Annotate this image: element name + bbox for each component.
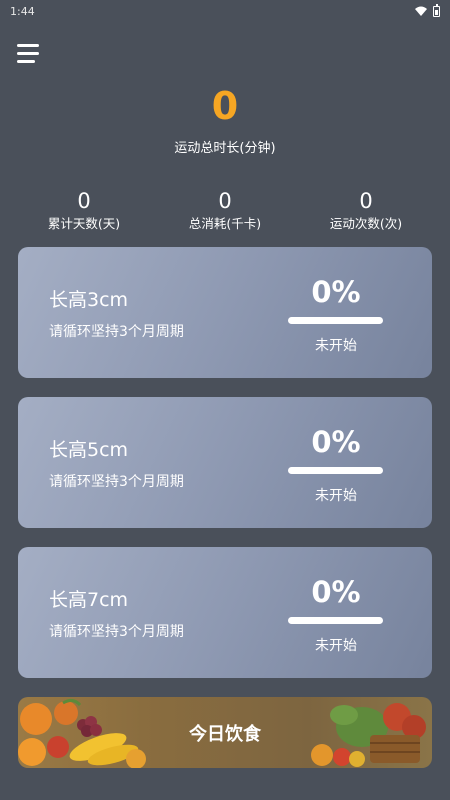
goal-title: 长高5cm: [49, 439, 129, 461]
stat-value: 0: [218, 189, 232, 213]
goal-percent: 0%: [311, 575, 361, 609]
stat-label: 运动次数(次): [329, 216, 403, 231]
goal-progress-bar: [288, 617, 383, 624]
goal-status: 未开始: [315, 338, 357, 354]
goal-progress-bar: [288, 317, 383, 324]
goal-subtitle: 请循环坚持3个月周期: [49, 474, 184, 490]
goal-subtitle: 请循环坚持3个月周期: [49, 324, 184, 340]
goal-card-7cm[interactable]: 长高7cm 请循环坚持3个月周期 0% 未开始: [18, 547, 432, 678]
goal-title: 长高7cm: [49, 589, 129, 611]
stat-value: 0: [77, 189, 91, 213]
stat-label: 累计天数(天): [47, 216, 121, 231]
stats-row: 0 累计天数(天) 0 总消耗(千卡) 0 运动次数(次): [0, 188, 450, 238]
goal-status: 未开始: [315, 488, 357, 504]
status-icons: [415, 3, 440, 17]
goal-percent: 0%: [311, 425, 361, 459]
stat-value: 0: [359, 189, 373, 213]
stat-cumulative-days: 0 累计天数(天): [14, 188, 154, 234]
wifi-icon: [415, 6, 427, 16]
goal-subtitle: 请循环坚持3个月周期: [49, 624, 184, 640]
total-duration-value: 0: [211, 84, 239, 128]
goal-percent: 0%: [311, 275, 361, 309]
menu-icon[interactable]: [17, 44, 39, 64]
goal-card-5cm[interactable]: 长高5cm 请循环坚持3个月周期 0% 未开始: [18, 397, 432, 528]
stat-workout-count: 0 运动次数(次): [296, 188, 436, 234]
stat-total-calories: 0 总消耗(千卡): [155, 188, 295, 234]
goal-status: 未开始: [315, 638, 357, 654]
battery-icon: [433, 3, 440, 17]
todays-diet-label: 今日饮食: [189, 723, 261, 745]
goal-card-3cm[interactable]: 长高3cm 请循环坚持3个月周期 0% 未开始: [18, 247, 432, 378]
todays-diet-button[interactable]: 今日饮食: [18, 697, 432, 768]
status-time: 1:44: [10, 4, 35, 18]
goal-progress-bar: [288, 467, 383, 474]
total-duration-label: 运动总时长(分钟): [174, 141, 276, 156]
stat-label: 总消耗(千卡): [188, 216, 262, 231]
goal-title: 长高3cm: [49, 289, 129, 311]
status-bar: 1:44: [0, 0, 450, 22]
